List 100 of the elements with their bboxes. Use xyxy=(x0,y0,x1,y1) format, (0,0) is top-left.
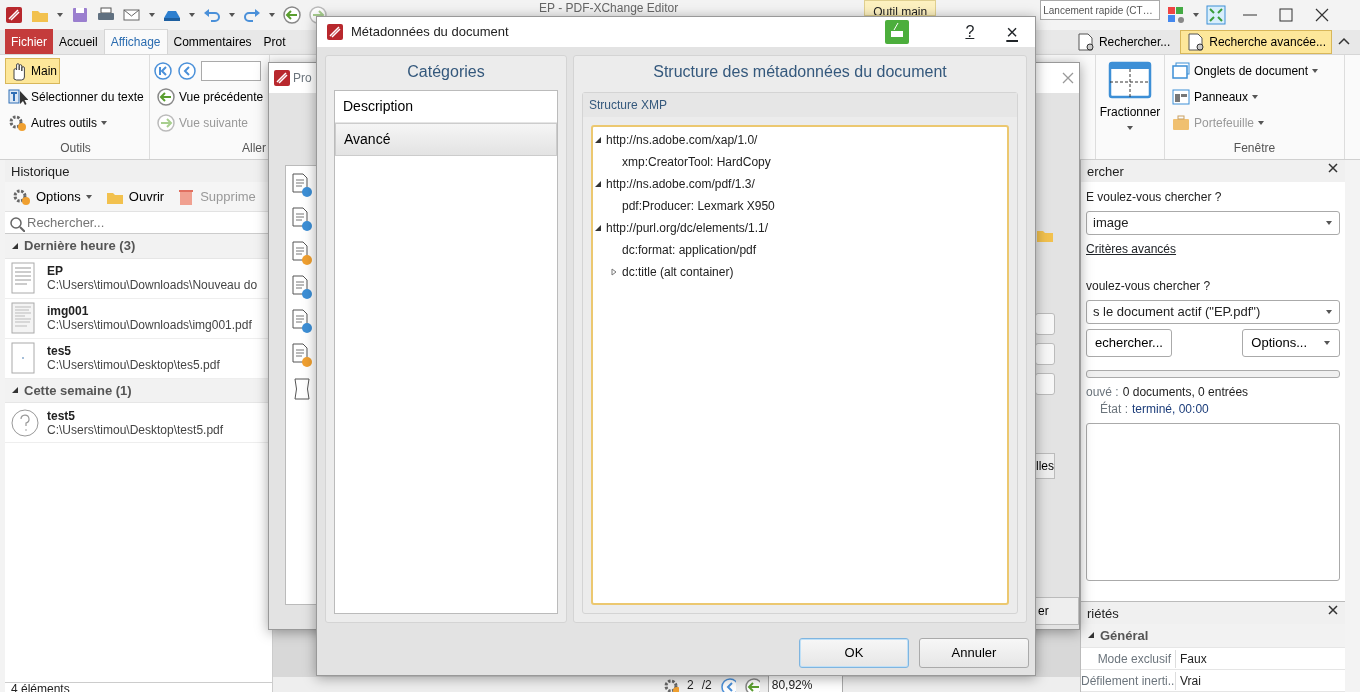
options-button[interactable]: lles xyxy=(1035,453,1055,479)
expand-arrow-icon[interactable] xyxy=(610,268,618,276)
tree-item[interactable]: dc:format: application/pdf xyxy=(622,241,757,259)
toolbar-button[interactable]: Ouvrir xyxy=(101,186,168,207)
cancel-button[interactable]: Annuler xyxy=(919,638,1029,668)
panels-icon xyxy=(1171,87,1191,107)
tree-item[interactable]: http://ns.adobe.com/pdf/1.3/ xyxy=(606,175,755,193)
back-icon xyxy=(282,5,302,25)
page-total: /2 xyxy=(701,676,712,692)
caret-icon xyxy=(148,11,156,19)
dialog-title: Pro xyxy=(293,70,312,87)
file-path: C:\Users\timou\Downloads\Nouveau do xyxy=(47,278,258,292)
panel-title: Catégories xyxy=(406,62,486,82)
tree-item[interactable]: pdf:Producer: Lexmark X950 xyxy=(622,197,775,215)
next-page-icon[interactable] xyxy=(719,676,736,692)
scope-dropdown[interactable]: s le document actif ("EP.pdf") xyxy=(1086,300,1340,324)
save-icon xyxy=(70,5,90,25)
ribbon-tab[interactable]: Affichage xyxy=(103,29,168,54)
question-icon xyxy=(11,406,39,439)
quick-launch-field[interactable]: Lancement rapide (CT… xyxy=(1040,0,1161,20)
tree-item[interactable]: http://purl.org/dc/elements/1.1/ xyxy=(606,219,769,237)
panel-title: riétés xyxy=(1087,604,1119,622)
window-button[interactable]: Onglets de document xyxy=(1168,58,1323,84)
toolbar-button[interactable]: Options xyxy=(9,186,96,207)
fullscreen-icon xyxy=(1206,5,1227,25)
collapse-arrow-icon[interactable] xyxy=(594,180,602,188)
file-path: C:\Users\timou\Downloads\img001.pdf xyxy=(47,318,252,332)
collapse-arrow-icon[interactable] xyxy=(594,136,602,144)
collapse-arrow-icon xyxy=(11,241,19,250)
caret-icon xyxy=(228,11,236,19)
caret-icon xyxy=(56,11,64,19)
file-path: C:\Users\timou\Desktop\test5.pdf xyxy=(47,422,224,437)
collapse-arrow-icon[interactable] xyxy=(594,224,602,232)
tree-item[interactable]: http://ns.adobe.com/xap/1.0/ xyxy=(606,131,758,149)
file-name: EP xyxy=(47,264,64,278)
state-text: terminé, 00:00 xyxy=(1132,401,1209,418)
close-icon[interactable] xyxy=(1327,162,1339,174)
app-logo-icon xyxy=(325,22,345,42)
dialog-title: Métadonnées du document xyxy=(351,23,509,42)
back-icon[interactable] xyxy=(743,676,760,692)
search-button[interactable]: echercher... xyxy=(1086,329,1172,357)
previous-page-icon[interactable] xyxy=(177,61,197,81)
category-item[interactable]: Avancé xyxy=(335,123,557,156)
caret-icon xyxy=(84,192,93,201)
help-button[interactable]: ? xyxy=(964,19,976,45)
ok-button[interactable]: OK xyxy=(799,638,909,668)
gear-icon xyxy=(8,113,28,133)
view-button[interactable]: Vue précédente xyxy=(153,84,267,110)
group-label: Dernière heure (3) xyxy=(24,237,136,255)
section-header[interactable]: Général xyxy=(1081,623,1345,648)
page-field[interactable] xyxy=(201,61,261,81)
group-label: Aller xyxy=(241,140,266,157)
panel-title: Structure des métadonnées du document xyxy=(652,62,948,82)
ribbon-tab[interactable]: Fichier xyxy=(5,29,53,54)
file-path: C:\Users\timou\Desktop\tes5.pdf xyxy=(47,358,220,372)
close-icon[interactable] xyxy=(1327,603,1339,616)
search-dropdown[interactable]: image xyxy=(1086,211,1340,235)
ribbon-tab[interactable]: Prot xyxy=(257,29,292,54)
group-label: Cette semaine (1) xyxy=(24,381,132,400)
property-name: Défilement inerti.. xyxy=(1081,671,1176,690)
section-label: Général xyxy=(1100,626,1149,645)
close-button[interactable]: × xyxy=(1005,16,1019,48)
first-page-icon[interactable] xyxy=(153,61,173,81)
close-button[interactable]: er xyxy=(1035,597,1079,625)
caret-icon xyxy=(1325,308,1333,316)
collapse-arrow-icon xyxy=(1087,631,1095,640)
input-field[interactable] xyxy=(1035,373,1055,395)
briefcase-icon xyxy=(1171,113,1191,133)
page-number: 2 xyxy=(687,676,694,692)
file-name: tes5 xyxy=(47,344,73,358)
tool-button[interactable]: Autres outils xyxy=(5,110,112,136)
tool-button[interactable]: Main xyxy=(5,58,60,84)
file-name: img001 xyxy=(47,304,90,318)
search-button[interactable]: Rechercher... xyxy=(1069,30,1177,54)
advanced-link[interactable]: Critères avancés xyxy=(1086,242,1177,256)
input-field[interactable] xyxy=(1035,313,1055,335)
caret-icon xyxy=(100,119,109,127)
tree-item[interactable]: dc:title (alt container) xyxy=(622,263,734,281)
ribbon-tab[interactable]: Commentaires xyxy=(167,29,258,54)
tool-button[interactable]: Sélectionner du texte xyxy=(5,84,147,110)
panel-title: ercher xyxy=(1087,163,1124,180)
ribbon-tab[interactable]: Accueil xyxy=(53,29,104,54)
caret-icon xyxy=(1251,93,1260,101)
caret-icon xyxy=(1323,339,1331,347)
property-value: Faux xyxy=(1179,650,1207,668)
group-label: Fenêtre xyxy=(1232,140,1277,157)
options-button[interactable]: Options... xyxy=(1242,329,1340,357)
collapse-arrow-icon xyxy=(11,386,19,395)
app-logo-icon xyxy=(4,5,24,25)
split-button[interactable]: Fractionner xyxy=(1096,58,1164,138)
input-field[interactable] xyxy=(1035,343,1055,365)
field-label: voulez-vous chercher ? xyxy=(1086,278,1212,295)
window-button[interactable]: Panneaux xyxy=(1168,84,1263,110)
caret-icon xyxy=(268,11,276,19)
caret-icon xyxy=(1325,219,1333,227)
search-button[interactable]: Recherche avancée... xyxy=(1180,30,1332,54)
app-logo-icon xyxy=(272,68,290,88)
caret-icon xyxy=(1257,119,1266,127)
file-name: test5 xyxy=(47,408,76,423)
tree-item[interactable]: xmp:CreatorTool: HardCopy xyxy=(622,153,771,171)
